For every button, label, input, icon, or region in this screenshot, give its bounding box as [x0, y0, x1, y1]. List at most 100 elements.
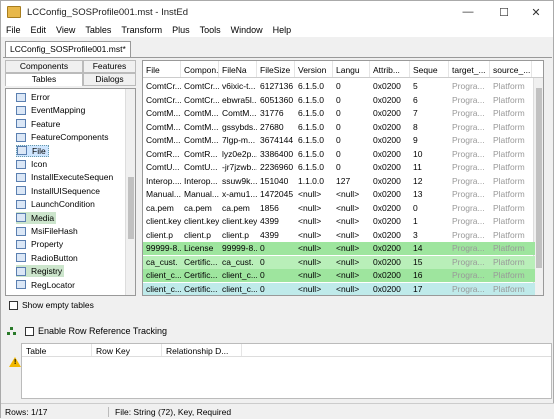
table-cell[interactable]: 6 [410, 94, 449, 107]
table-cell[interactable]: Platform [490, 161, 532, 174]
table-cell[interactable]: client.p [181, 229, 219, 242]
table-cell[interactable]: 0 [333, 80, 370, 93]
table-cell[interactable]: 6.1.5.0 [295, 94, 333, 107]
table-cell[interactable]: Progra... [449, 148, 490, 161]
table-cell[interactable]: ComtM... [219, 107, 257, 120]
table-cell[interactable]: ssuw9k... [219, 175, 257, 188]
table-row[interactable]: Interop.... Interop... ssuw9k... 151040 1.1.… [143, 175, 535, 188]
table-cell[interactable]: client.key [143, 215, 181, 228]
table-cell[interactable]: Platform [490, 107, 532, 120]
minimize-icon[interactable]: — [451, 1, 485, 23]
table-cell[interactable]: Platform [490, 256, 532, 269]
menu-item-view[interactable]: View [51, 25, 80, 35]
table-cell[interactable]: Progra... [449, 161, 490, 174]
table-cell[interactable]: ComtM... [181, 121, 219, 134]
table-row[interactable]: ComtR... ComtR... lyz0e2p... 3386400 6.1.5.0… [143, 148, 535, 161]
table-item-error[interactable]: Error [16, 91, 52, 103]
table-cell[interactable]: Progra... [449, 229, 490, 242]
table-cell[interactable]: Platform [490, 94, 532, 107]
table-cell[interactable]: 0x0200 [370, 256, 410, 269]
table-cell[interactable]: 0x0200 [370, 161, 410, 174]
table-cell[interactable]: 0x0200 [370, 107, 410, 120]
table-row[interactable]: 99999-8... License 99999-8... 0 <null> <null>… [143, 242, 535, 255]
table-cell[interactable]: Progra... [449, 242, 490, 255]
table-cell[interactable]: ComtCr... [181, 94, 219, 107]
table-item-featurecomponents[interactable]: FeatureComponents [16, 131, 111, 143]
table-row[interactable]: ca_cust. Certific... ca_cust. 0 <null> <null>… [143, 255, 535, 269]
table-row[interactable]: client_c... Certific... client_c... 0 <null>… [143, 269, 535, 282]
table-cell[interactable]: <null> [295, 215, 333, 228]
table-cell[interactable]: <null> [295, 283, 333, 296]
table-cell[interactable]: ComtU... [143, 161, 181, 174]
table-cell[interactable]: Progra... [449, 175, 490, 188]
menu-item-tools[interactable]: Tools [195, 25, 226, 35]
relations-icon[interactable] [7, 327, 17, 335]
table-cell[interactable]: 0 [333, 94, 370, 107]
menu-item-transform[interactable]: Transform [116, 25, 167, 35]
table-row[interactable]: ComtU... ComtU... -jr7jzwb... 2236960 6.1.5.… [143, 161, 535, 174]
table-cell[interactable]: client.p [219, 229, 257, 242]
table-cell[interactable]: Progra... [449, 202, 490, 215]
table-cell[interactable]: 3386400 [257, 148, 295, 161]
table-row[interactable]: client.p client.p client.p 4399 <null> <null>… [143, 229, 535, 242]
table-cell[interactable]: 1472045 [257, 188, 295, 201]
table-cell[interactable]: 7lgp-m... [219, 134, 257, 147]
table-cell[interactable]: <null> [333, 242, 370, 255]
table-cell[interactable]: 1856 [257, 202, 295, 215]
table-cell[interactable]: Platform [490, 242, 532, 255]
table-cell[interactable]: 6.1.5.0 [295, 148, 333, 161]
table-cell[interactable]: Platform [490, 80, 532, 93]
table-cell[interactable]: ComtM... [143, 107, 181, 120]
table-cell[interactable]: 0 [333, 121, 370, 134]
table-cell[interactable]: Certific... [181, 269, 219, 282]
table-cell[interactable]: ComtCr... [143, 80, 181, 93]
table-cell[interactable]: Progra... [449, 188, 490, 201]
table-item-file[interactable]: File [16, 144, 49, 157]
table-cell[interactable]: ca.pem [219, 202, 257, 215]
table-cell[interactable]: ComtCr... [181, 80, 219, 93]
table-cell[interactable]: Platform [490, 188, 532, 201]
table-cell[interactable]: 7 [410, 107, 449, 120]
table-cell[interactable]: 14 [410, 242, 449, 255]
table-cell[interactable]: client_c... [143, 269, 181, 282]
relationship-column-header[interactable]: Row Key [92, 344, 162, 356]
table-cell[interactable]: ebwra5l... [219, 94, 257, 107]
table-cell[interactable]: <null> [333, 188, 370, 201]
table-cell[interactable]: client_c... [219, 269, 257, 282]
table-cell[interactable]: Certific... [181, 283, 219, 296]
table-cell[interactable]: Platform [490, 134, 532, 147]
table-cell[interactable]: 99999-8... [143, 242, 181, 255]
table-cell[interactable]: ComtR... [181, 148, 219, 161]
column-header[interactable]: Attrib... [370, 61, 410, 77]
column-header[interactable]: source_... [490, 61, 532, 77]
menu-item-edit[interactable]: Edit [26, 25, 52, 35]
table-cell[interactable]: 0x0200 [370, 202, 410, 215]
table-cell[interactable]: client.p [143, 229, 181, 242]
table-cell[interactable]: 0 [257, 283, 295, 296]
relationship-column-header[interactable]: Table [22, 344, 92, 356]
table-cell[interactable]: client.key [181, 215, 219, 228]
table-cell[interactable]: ComtM... [181, 134, 219, 147]
table-cell[interactable]: 11 [410, 161, 449, 174]
menu-item-tables[interactable]: Tables [80, 25, 116, 35]
table-cell[interactable]: 0x0200 [370, 80, 410, 93]
table-cell[interactable]: ComtCr... [143, 94, 181, 107]
table-cell[interactable]: 0 [257, 269, 295, 282]
table-cell[interactable]: 12 [410, 175, 449, 188]
table-cell[interactable]: Platform [490, 202, 532, 215]
table-item-reglocator[interactable]: RegLocator [16, 279, 77, 291]
menu-item-help[interactable]: Help [268, 25, 297, 35]
table-item-radiobutton[interactable]: RadioButton [16, 252, 80, 264]
table-item-property[interactable]: Property [16, 238, 65, 250]
table-cell[interactable]: Progra... [449, 80, 490, 93]
table-cell[interactable]: 0 [257, 256, 295, 269]
table-row[interactable]: ca.pem ca.pem ca.pem 1856 <null> <null> 0x0200… [143, 202, 535, 215]
column-header[interactable]: Compon... [181, 61, 219, 77]
table-cell[interactable]: client_c... [143, 283, 181, 296]
table-cell[interactable]: client.key [219, 215, 257, 228]
table-cell[interactable]: Progra... [449, 215, 490, 228]
table-cell[interactable]: Progra... [449, 121, 490, 134]
table-cell[interactable]: Certific... [181, 256, 219, 269]
document-tab[interactable]: LCConfig_SOSProfile001.mst* [5, 41, 131, 58]
table-cell[interactable]: 0 [257, 242, 295, 255]
